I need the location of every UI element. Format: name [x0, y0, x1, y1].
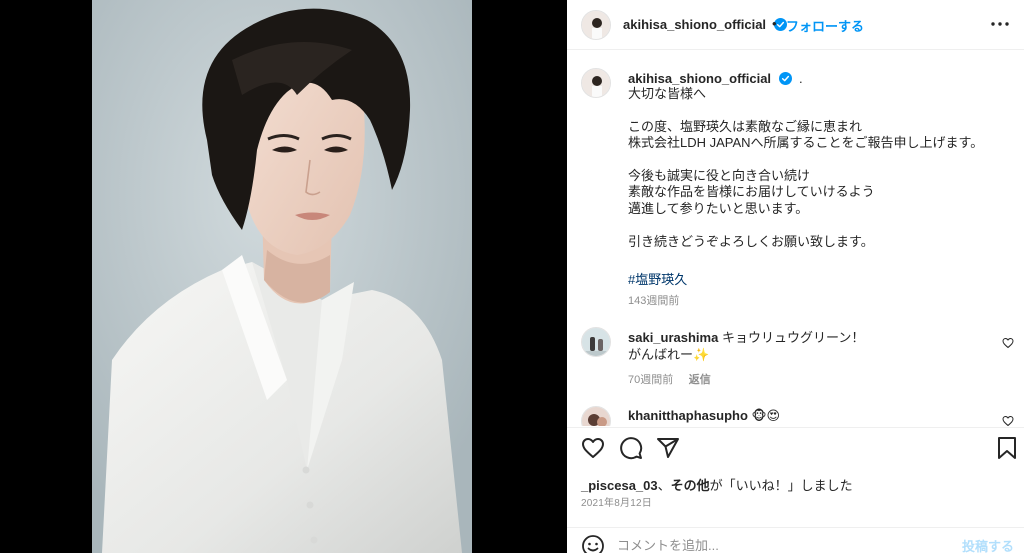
caption-text: 大切な皆様へ この度、塩野瑛久は素敵なご縁に恵まれ 株式会社LDH JAPANへ… — [628, 86, 984, 249]
post-date[interactable]: 2021年8月12日 — [581, 494, 652, 509]
comment-body: saki_urashima キョウリュウグリーン！ がんばれー✨ — [628, 329, 864, 363]
author-avatar[interactable] — [581, 10, 611, 40]
comment-avatar[interactable] — [581, 406, 611, 426]
comment-username[interactable]: saki_urashima — [628, 330, 718, 345]
reply-button[interactable]: 返信 — [689, 374, 711, 386]
caption-avatar[interactable] — [581, 68, 611, 98]
post-side-panel: akihisa_shiono_official • フォローする akihisa… — [567, 0, 1024, 553]
verified-badge-icon — [778, 72, 792, 85]
emoji-icon[interactable] — [581, 534, 605, 553]
comment-like-heart-icon[interactable] — [1002, 337, 1014, 349]
follow-button[interactable]: フォローする — [786, 16, 864, 35]
comment-text: 🐵😍 — [751, 408, 781, 423]
likes-others-link[interactable]: その他 — [671, 478, 710, 493]
action-bar — [567, 427, 1024, 467]
comment-username[interactable]: khanitthaphasupho — [628, 408, 748, 423]
add-comment-bar: 投稿する — [567, 527, 1024, 553]
likes-suffix: が「いいね！」しました — [709, 478, 853, 493]
comment-input[interactable] — [617, 533, 947, 553]
caption-hashtag[interactable]: #塩野瑛久 — [628, 269, 687, 288]
more-options-icon[interactable] — [990, 14, 1010, 34]
comment-like-heart-icon[interactable] — [1002, 415, 1014, 426]
comment-text-line1: キョウリュウグリーン！ — [721, 330, 865, 345]
author-username[interactable]: akihisa_shiono_official — [623, 17, 766, 32]
likes-separator: 、 — [657, 478, 671, 493]
post-photo[interactable] — [92, 0, 472, 553]
caption-username[interactable]: akihisa_shiono_official — [628, 71, 771, 86]
author-name-row: akihisa_shiono_official — [623, 16, 787, 34]
comment-age[interactable]: 70週間前 — [628, 374, 673, 386]
caption-dot: . — [798, 71, 803, 86]
comment-text-line2: がんばれー✨ — [628, 347, 710, 362]
share-icon[interactable] — [656, 436, 680, 460]
comments-area[interactable]: akihisa_shiono_official . 大切な皆様へ この度、塩野瑛… — [567, 51, 1024, 426]
caption-age[interactable]: 143週間前 — [628, 292, 679, 308]
comment-meta-row: 70週間前 返信 — [628, 370, 711, 388]
comment-avatar[interactable] — [581, 327, 611, 357]
portrait-image — [92, 0, 472, 553]
post-comment-button[interactable]: 投稿する — [962, 536, 1014, 553]
likes-summary: _piscesa_03、その他が「いいね！」しました — [581, 475, 853, 494]
heart-icon[interactable] — [581, 436, 605, 460]
header-dot-separator: • — [772, 16, 777, 31]
post-header: akihisa_shiono_official • フォローする — [567, 0, 1024, 50]
liker-username[interactable]: _piscesa_03 — [581, 478, 658, 493]
comment-icon[interactable] — [619, 436, 643, 460]
bookmark-icon[interactable] — [995, 436, 1019, 460]
comment-body: khanitthaphasupho 🐵😍 — [628, 408, 780, 424]
